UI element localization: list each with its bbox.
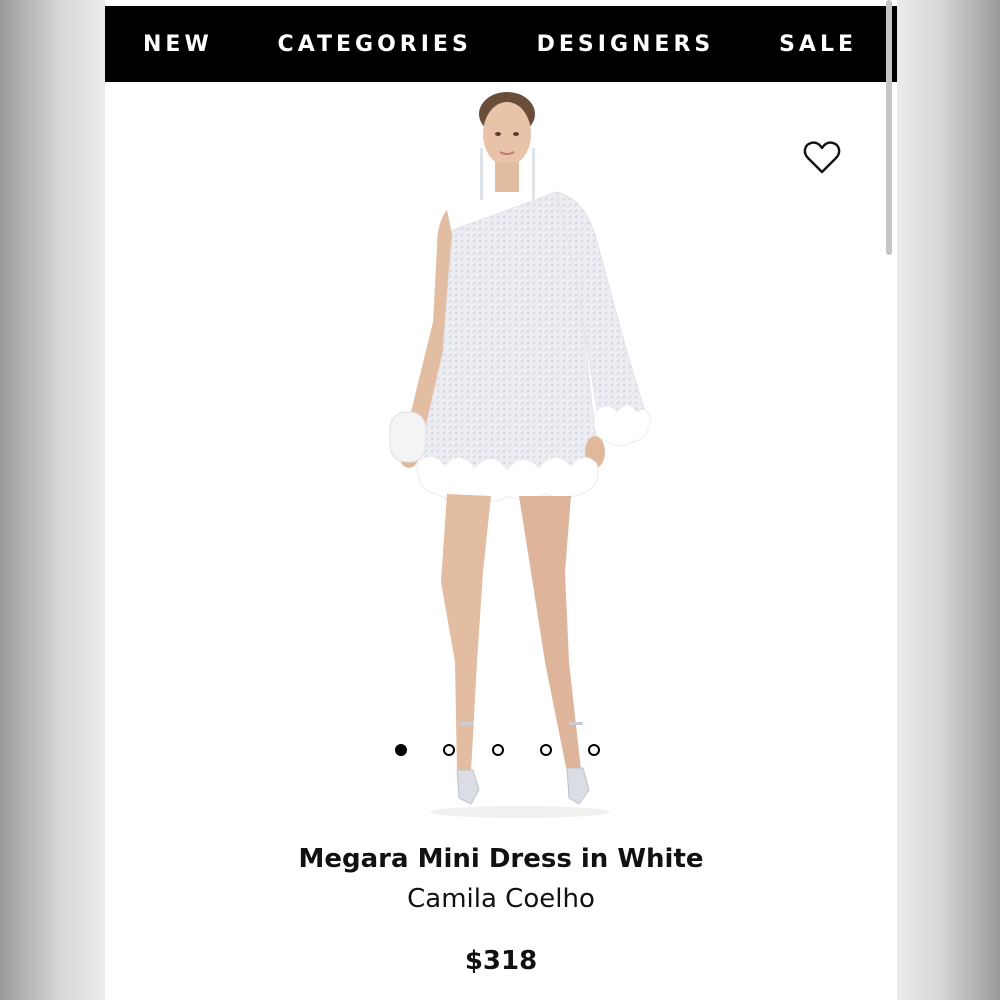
- nav-item-designers[interactable]: DESIGNERS: [537, 32, 715, 57]
- carousel-dot-1[interactable]: [395, 744, 407, 756]
- carousel-dot-3[interactable]: [492, 744, 504, 756]
- scrollbar[interactable]: [886, 0, 892, 1000]
- product-title: Megara Mini Dress in White: [298, 844, 704, 874]
- nav-item-categories[interactable]: CATEGORIES: [278, 32, 472, 57]
- scrollbar-thumb[interactable]: [886, 0, 892, 255]
- nav-item-new[interactable]: NEW: [143, 32, 213, 57]
- nav-item-sale[interactable]: SALE: [779, 32, 857, 57]
- product-image[interactable]: [345, 82, 665, 830]
- carousel-dot-4[interactable]: [540, 744, 552, 756]
- product-brand-link[interactable]: Camila Coelho: [105, 884, 897, 914]
- top-nav: NEW CATEGORIES DESIGNERS SALE: [105, 6, 897, 82]
- heart-outline-icon: [803, 141, 841, 174]
- wishlist-button[interactable]: [802, 138, 842, 176]
- carousel-dots: [395, 742, 615, 762]
- carousel-dot-5[interactable]: [588, 744, 600, 756]
- product-price: $318: [464, 946, 538, 976]
- carousel-dot-2[interactable]: [443, 744, 455, 756]
- product-page: NEW CATEGORIES DESIGNERS SALE Megara Min…: [105, 0, 897, 1000]
